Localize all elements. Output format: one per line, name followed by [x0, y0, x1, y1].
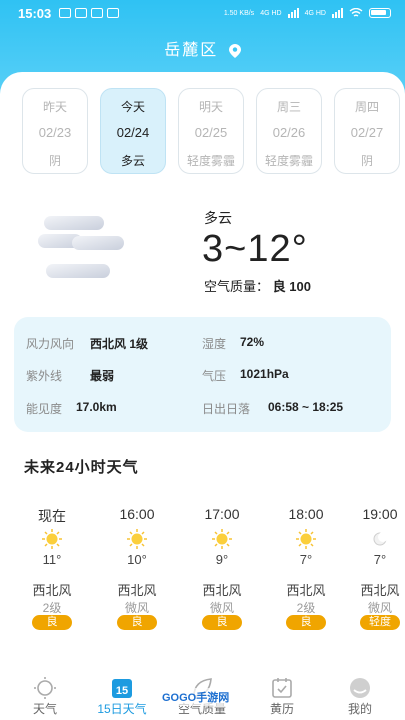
air-quality-label: 空气质量：: [204, 279, 270, 294]
hourly-time: 16:00: [119, 506, 155, 522]
humidity-label: 湿度: [202, 337, 227, 351]
day-condition: 阴: [48, 154, 61, 168]
hourly-wind-level: 微风: [209, 601, 234, 615]
day-date: 02/24: [116, 125, 150, 140]
wifi-icon: [349, 8, 363, 17]
hourly-temp: 7°: [373, 552, 387, 567]
sunrise-sunset-label: 日出日落: [202, 402, 251, 416]
hourly-wind: 西北风: [360, 583, 400, 598]
nav-label: 黄历: [269, 702, 294, 716]
almanac-icon: [272, 678, 292, 698]
hourly-wind-level: 2级: [296, 601, 316, 615]
hourly-section-title: 未来24小时天气: [24, 459, 139, 476]
day-tab-selected[interactable]: 今天 02/24 多云: [100, 88, 166, 174]
day-date: 02/25: [194, 125, 228, 140]
network-type-1: 4G HD: [260, 9, 282, 17]
hourly-time: 现在: [38, 508, 66, 524]
watermark-logo: GOGO手游网: [158, 688, 234, 706]
day-date: 02/27: [350, 125, 384, 140]
visibility-label: 能见度: [26, 402, 63, 416]
day-name: 周三: [276, 100, 301, 114]
day-tab[interactable]: 周四 02/27 阴: [334, 88, 400, 174]
nav-label: 天气: [32, 702, 57, 716]
notification-icon: [107, 8, 120, 18]
hourly-wind: 西北风: [117, 583, 157, 598]
notification-icon: [91, 8, 104, 18]
day-condition: 轻度雾霾: [264, 154, 313, 168]
aqi-badge: 良: [286, 615, 326, 630]
notification-icon: [75, 8, 88, 18]
day-tab[interactable]: 昨天 02/23 阴: [22, 88, 88, 174]
hourly-temp: 10°: [127, 552, 147, 567]
sunrise-sunset-value: 06:58 ~ 18:25: [268, 400, 344, 414]
hourly-wind: 西北风: [286, 583, 326, 598]
wind-value: 西北风 1级: [90, 337, 149, 351]
aqi-badge: 良: [202, 615, 242, 630]
hourly-temp: 9°: [215, 552, 229, 567]
current-temperature: 3~12°: [202, 228, 308, 270]
nav-label: 我的: [347, 702, 372, 716]
calendar-15-icon: 15: [112, 679, 132, 698]
day-date: 02/23: [38, 125, 72, 140]
location-pin-icon: [228, 43, 241, 58]
sun-icon: [212, 529, 232, 549]
hourly-temp: 7°: [299, 552, 313, 567]
day-tab[interactable]: 周三 02/26 轻度雾霾: [256, 88, 322, 174]
current-condition: 多云: [204, 210, 232, 226]
day-condition: 阴: [360, 154, 373, 168]
city-selector[interactable]: 岳麓区: [0, 36, 405, 60]
nav-label: 15日天气: [97, 702, 147, 716]
day-name: 昨天: [42, 100, 67, 114]
network-type-2: 4G HD: [304, 9, 326, 17]
hourly-wind: 西北风: [32, 583, 72, 598]
notification-icon: [59, 8, 72, 18]
pressure-value: 1021hPa: [240, 367, 289, 381]
day-name: 周四: [354, 100, 379, 114]
uv-value: 最弱: [90, 369, 115, 383]
sun-icon: [127, 529, 147, 549]
day-date: 02/26: [272, 125, 306, 140]
signal-icon: [287, 8, 299, 18]
pressure-label: 气压: [202, 369, 227, 383]
status-bar: 15:03 1.50 KB/s 4G HD 4G HD: [0, 0, 405, 26]
hourly-time: 17:00: [204, 506, 240, 522]
wind-label: 风力风向: [26, 337, 75, 351]
hourly-time: 19:00: [362, 506, 398, 522]
aqi-badge: 轻度: [360, 615, 400, 630]
hourly-wind: 西北风: [202, 583, 242, 598]
day-condition: 轻度雾霾: [186, 154, 235, 168]
air-quality: 空气质量： 良 100: [204, 276, 311, 295]
air-quality-value: 良 100: [272, 279, 311, 294]
hourly-temp: 11°: [42, 552, 62, 567]
notification-icons: [59, 8, 120, 18]
cloudy-icon: [38, 216, 124, 278]
day-name: 今天: [120, 100, 145, 114]
profile-icon: [350, 678, 370, 698]
aqi-badge: 良: [117, 615, 157, 630]
hourly-forecast[interactable]: 现在 11° 西北风 2级 良 16:00 10° 西北风 微风 良 17:00…: [0, 500, 405, 640]
hourly-wind-level: 2级: [42, 601, 62, 615]
day-tabs: 昨天 02/23 阴 今天 02/24 多云 明天 02/25 轻度雾霾 周三 …: [22, 88, 405, 176]
day-name: 明天: [198, 100, 223, 114]
day-condition: 多云: [120, 154, 145, 168]
signal-icon: [332, 8, 343, 18]
hourly-time: 18:00: [288, 506, 324, 522]
moon-icon: [373, 532, 388, 546]
uv-label: 紫外线: [26, 369, 63, 383]
city-name: 岳麓区: [164, 42, 219, 59]
sun-icon: [42, 529, 62, 549]
status-time: 15:03: [18, 5, 52, 21]
weather-details-panel: 风力风向 西北风 1级 湿度 72% 紫外线 最弱 气压 1021hPa 能见度…: [14, 317, 391, 432]
sun-icon: [296, 529, 316, 549]
day-tab[interactable]: 明天 02/25 轻度雾霾: [178, 88, 244, 174]
aqi-badge: 良: [32, 615, 72, 630]
svg-text:15: 15: [116, 685, 128, 697]
visibility-value: 17.0km: [76, 400, 117, 414]
weather-icon: [34, 677, 56, 699]
humidity-value: 72%: [240, 335, 265, 349]
hourly-wind-level: 微风: [124, 601, 149, 615]
hourly-wind-level: 微风: [367, 601, 392, 615]
speed-indicator: 1.50 KB/s: [223, 9, 255, 17]
battery-icon: [369, 8, 391, 18]
